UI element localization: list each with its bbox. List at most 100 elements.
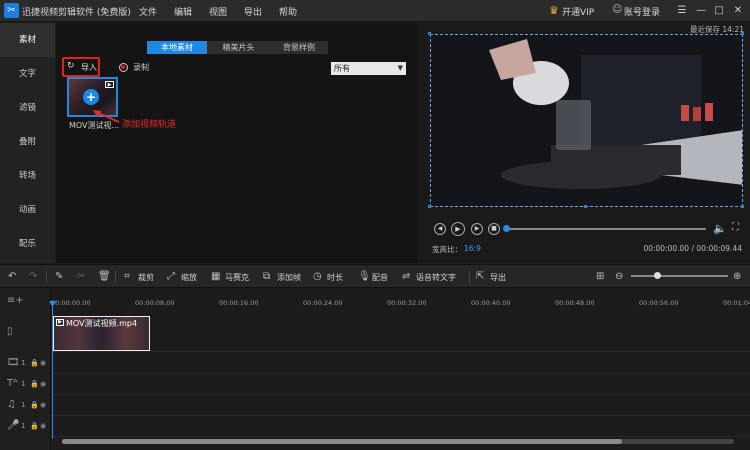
- sidebar-item-transition[interactable]: 转场: [0, 159, 55, 193]
- sidebar: 素材 文字 滤镜 叠附 转场 动画 配乐: [0, 23, 55, 263]
- add-to-track-icon[interactable]: +: [83, 89, 99, 105]
- close-icon[interactable]: ✕: [730, 3, 746, 19]
- visibility-icon[interactable]: ◉: [40, 359, 46, 367]
- user-icon[interactable]: ☺: [612, 4, 622, 15]
- visibility-icon[interactable]: ◉: [40, 380, 46, 388]
- play-button[interactable]: ▶: [451, 222, 465, 236]
- menu-view[interactable]: 视图: [209, 5, 227, 18]
- speech-to-text-icon[interactable]: ⇌: [402, 271, 410, 282]
- sidebar-item-animation[interactable]: 动画: [0, 193, 55, 227]
- record-button[interactable]: 录制: [133, 62, 149, 73]
- aspect-ratio-select[interactable]: 16:9: [464, 244, 481, 253]
- sidebar-item-music[interactable]: 配乐: [0, 227, 55, 261]
- edit-icon[interactable]: ✎: [55, 271, 63, 282]
- preview-panel: 最近保存 14:21 ◀ ▶ ▶ ■ 🔈 ⛶ 宽高比： 16:9 00:00:0…: [419, 23, 750, 263]
- import-icon: ↻: [67, 61, 75, 71]
- media-filter-select[interactable]: 所有 ▼: [331, 62, 406, 75]
- visibility-icon[interactable]: ◉: [40, 401, 46, 409]
- zoom-in-icon[interactable]: ⊕: [733, 271, 741, 282]
- resize-handle[interactable]: [741, 32, 744, 35]
- timeline-scrollbar-thumb[interactable]: [62, 439, 622, 444]
- import-button[interactable]: ↻ 导入: [62, 57, 100, 77]
- text-track-icon: Tᴬ: [7, 378, 18, 389]
- dub-button[interactable]: 配音: [372, 272, 388, 283]
- tab-backgrounds[interactable]: 背景样例: [270, 41, 328, 54]
- playback-progress[interactable]: [506, 228, 706, 230]
- zoom-button[interactable]: 缩放: [181, 272, 197, 283]
- cut-icon[interactable]: ✂: [77, 271, 85, 282]
- stop-button[interactable]: ■: [488, 223, 500, 235]
- ruler-tick: 00:00:40.00: [471, 299, 511, 307]
- maximize-icon[interactable]: □: [711, 3, 727, 19]
- volume-icon[interactable]: 🔈: [713, 222, 727, 235]
- import-label: 导入: [81, 63, 97, 72]
- sidebar-item-filter[interactable]: 滤镜: [0, 91, 55, 125]
- menu-edit[interactable]: 编辑: [174, 5, 192, 18]
- menu-help[interactable]: 帮助: [279, 5, 297, 18]
- timeline-zoom-slider[interactable]: [631, 275, 728, 277]
- duration-icon[interactable]: ◷: [313, 271, 322, 282]
- divider: [469, 271, 470, 283]
- lock-icon[interactable]: 🔒: [30, 380, 39, 388]
- next-frame-button[interactable]: ▶: [471, 223, 483, 235]
- delete-icon[interactable]: 🗑: [98, 271, 111, 282]
- visibility-icon[interactable]: ◉: [40, 422, 46, 430]
- speech-to-text-button[interactable]: 语音转文字: [416, 272, 456, 283]
- time-ruler[interactable]: 00:00:00.00 00:00:08.00 00:00:16.00 00:0…: [51, 297, 750, 315]
- zoom-out-icon[interactable]: ⊖: [615, 271, 623, 282]
- crop-button[interactable]: 裁剪: [138, 272, 154, 283]
- video-badge-icon: ▶: [56, 319, 64, 326]
- playback-knob[interactable]: [503, 225, 510, 232]
- crop-icon[interactable]: ⌗: [124, 271, 130, 282]
- mosaic-button[interactable]: 马赛克: [225, 272, 249, 283]
- lock-icon[interactable]: 🔒: [30, 401, 39, 409]
- fit-timeline-icon[interactable]: ⊞: [596, 271, 604, 282]
- filter-value: 所有: [334, 64, 350, 73]
- playhead[interactable]: [52, 305, 53, 439]
- prev-frame-button[interactable]: ◀: [434, 223, 446, 235]
- add-track-icon[interactable]: ≡+: [7, 295, 24, 306]
- media-panel: 本地素材 精美片头 背景样例 ↻ 导入 录制 所有 ▼ + ▶ MOV测试视..…: [56, 23, 418, 263]
- video-badge-icon: ▶: [105, 81, 114, 88]
- zoom-icon[interactable]: ⤢: [167, 271, 175, 282]
- fullscreen-icon[interactable]: ⛶: [732, 222, 739, 233]
- track-divider: [51, 373, 750, 374]
- sidebar-item-text[interactable]: 文字: [0, 57, 55, 91]
- dub-icon[interactable]: 🎙: [358, 271, 371, 282]
- video-clip[interactable]: ▶ MOV测试视频.mp4: [53, 316, 150, 351]
- sidebar-item-overlay[interactable]: 叠附: [0, 125, 55, 159]
- ruler-tick: 00:00:08.00: [135, 299, 175, 307]
- ruler-tick: 00:00:00.00: [51, 299, 91, 307]
- lock-icon[interactable]: 🔒: [30, 422, 39, 430]
- redo-icon[interactable]: ↷: [29, 271, 37, 282]
- duration-button[interactable]: 时长: [327, 272, 343, 283]
- export-icon[interactable]: ⇱: [476, 271, 484, 282]
- video-preview[interactable]: [430, 34, 743, 207]
- vip-crown-icon[interactable]: ♛: [549, 4, 559, 17]
- sidebar-item-media[interactable]: 素材: [0, 23, 55, 57]
- mosaic-icon[interactable]: ▦: [211, 271, 220, 282]
- login-button[interactable]: 账号登录: [624, 5, 660, 18]
- tab-local-media[interactable]: 本地素材: [147, 41, 207, 54]
- resize-handle[interactable]: [428, 32, 431, 35]
- add-frame-button[interactable]: 添加帧: [277, 272, 301, 283]
- ruler-tick: 00:00:48.00: [555, 299, 595, 307]
- vip-button[interactable]: 开通VIP: [562, 5, 594, 18]
- tab-intros[interactable]: 精美片头: [207, 41, 270, 54]
- track-number: 1: [21, 401, 26, 409]
- undo-icon[interactable]: ↶: [8, 271, 16, 282]
- aspect-label: 宽高比：: [432, 245, 462, 254]
- feedback-icon[interactable]: ☰: [674, 3, 690, 19]
- resize-handle[interactable]: [584, 205, 587, 208]
- resize-handle[interactable]: [741, 205, 744, 208]
- add-frame-icon[interactable]: ⧉: [263, 271, 270, 282]
- track-divider: [51, 436, 750, 437]
- add-track-hint: 添加视频轨道: [122, 120, 177, 130]
- resize-handle[interactable]: [428, 205, 431, 208]
- menu-file[interactable]: 文件: [139, 5, 157, 18]
- minimize-icon[interactable]: —: [693, 3, 709, 19]
- export-button[interactable]: 导出: [490, 272, 506, 283]
- record-icon[interactable]: [119, 63, 128, 72]
- lock-icon[interactable]: 🔒: [30, 359, 39, 367]
- menu-export[interactable]: 导出: [244, 5, 262, 18]
